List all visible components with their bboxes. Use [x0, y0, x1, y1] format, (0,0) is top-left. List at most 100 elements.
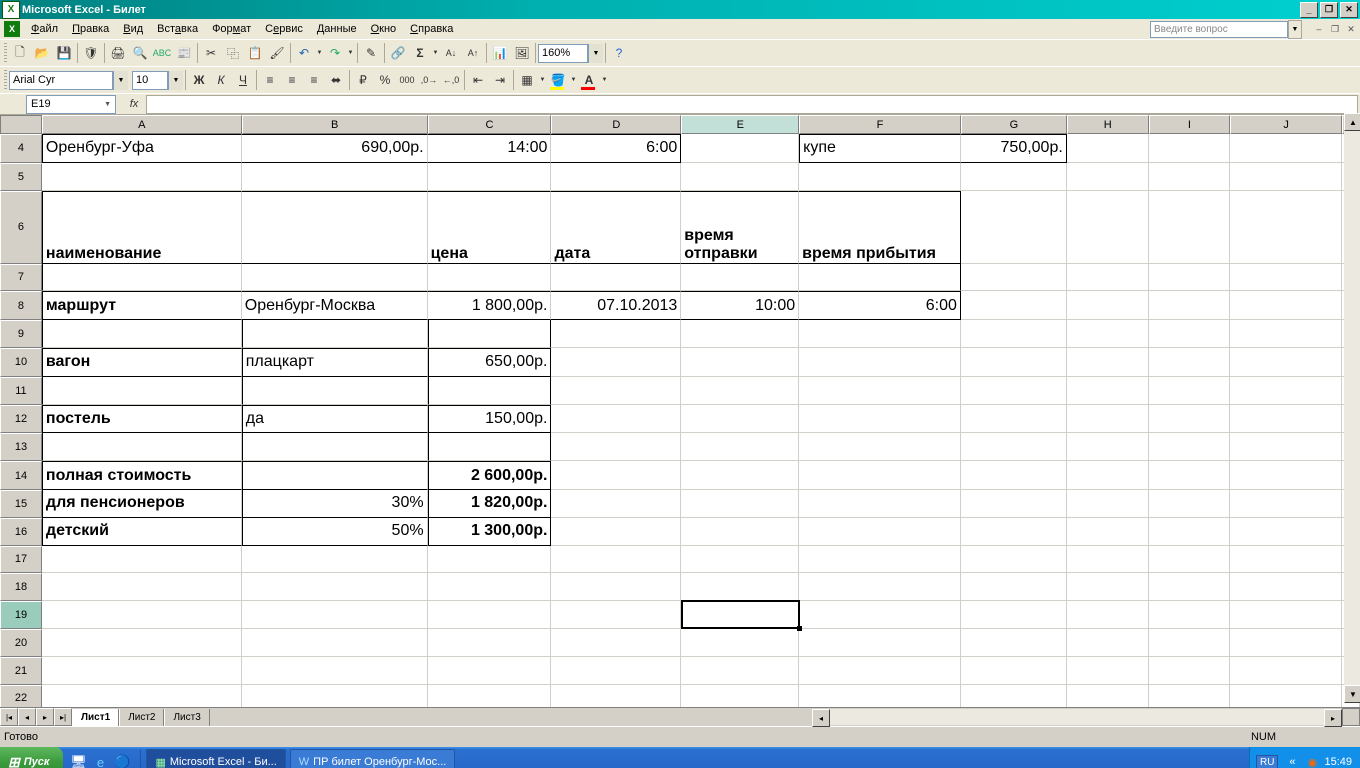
cell[interactable] [551, 405, 681, 434]
cell[interactable] [428, 573, 552, 601]
cell[interactable] [1067, 377, 1149, 405]
cell[interactable] [551, 348, 681, 377]
font-color-dropdown[interactable]: ▼ [600, 69, 609, 91]
underline-icon[interactable]: Ч [232, 69, 254, 91]
cell[interactable] [428, 546, 552, 574]
cell[interactable] [799, 601, 961, 629]
cell[interactable] [42, 685, 242, 707]
cell[interactable] [681, 134, 799, 163]
row-header[interactable]: 16 [0, 518, 42, 546]
menu-help[interactable]: Справка [403, 21, 460, 37]
cell[interactable]: 650,00р. [428, 348, 552, 377]
cell[interactable] [1149, 191, 1231, 264]
cell[interactable]: плацкарт [242, 348, 428, 377]
tab-nav-last[interactable]: ▸| [54, 708, 72, 726]
tray-icon[interactable]: ◉ [1304, 754, 1320, 768]
cell[interactable] [1067, 348, 1149, 377]
print-icon[interactable]: 🖨 [107, 42, 129, 64]
cell[interactable] [1067, 461, 1149, 490]
cell[interactable] [1230, 264, 1342, 292]
cell[interactable] [1067, 163, 1149, 191]
cell[interactable]: 750,00р. [961, 134, 1067, 163]
cell[interactable] [961, 601, 1067, 629]
sheet-tab[interactable]: Лист2 [119, 709, 164, 726]
italic-icon[interactable]: К [210, 69, 232, 91]
cell[interactable] [551, 320, 681, 348]
font-size-box[interactable]: 10 [132, 71, 168, 90]
cell[interactable] [799, 433, 961, 461]
cell[interactable] [428, 264, 552, 292]
format-painter-icon[interactable]: 🖌 [266, 42, 288, 64]
cell[interactable] [428, 377, 552, 405]
cell[interactable] [551, 518, 681, 546]
scroll-left-button[interactable]: ◂ [812, 709, 830, 727]
cell[interactable] [681, 348, 799, 377]
cell[interactable] [42, 264, 242, 292]
research-icon[interactable]: 📰 [173, 42, 195, 64]
cell[interactable] [1067, 518, 1149, 546]
worksheet-area[interactable]: A B C D E F G H I J 4 Оренбург-Уфа 690,0… [0, 115, 1360, 707]
col-header[interactable]: F [799, 115, 961, 134]
cell[interactable] [799, 518, 961, 546]
cell[interactable] [42, 320, 242, 348]
cell[interactable]: 07.10.2013 [551, 291, 681, 320]
save-icon[interactable]: 💾 [53, 42, 75, 64]
fill-color-dropdown[interactable]: ▼ [569, 69, 578, 91]
cell[interactable] [961, 191, 1067, 264]
cell[interactable]: для пенсионеров [42, 490, 242, 518]
cell[interactable] [961, 461, 1067, 490]
cell[interactable] [799, 320, 961, 348]
tab-nav-prev[interactable]: ◂ [18, 708, 36, 726]
cell[interactable] [681, 573, 799, 601]
cell[interactable] [961, 685, 1067, 707]
cell[interactable] [428, 601, 552, 629]
cell[interactable] [242, 191, 428, 264]
cell[interactable]: 690,00р. [242, 134, 428, 163]
cell[interactable] [681, 490, 799, 518]
tray-clock[interactable]: 15:49 [1324, 754, 1352, 768]
cell[interactable] [1149, 573, 1231, 601]
cell[interactable] [961, 320, 1067, 348]
increase-indent-icon[interactable]: ⇥ [489, 69, 511, 91]
cell[interactable] [551, 433, 681, 461]
cell[interactable] [42, 657, 242, 685]
col-header[interactable]: J [1230, 115, 1342, 134]
cell[interactable] [428, 657, 552, 685]
cell[interactable] [1149, 546, 1231, 574]
cell[interactable] [799, 377, 961, 405]
col-header[interactable]: A [42, 115, 242, 134]
cell[interactable] [1230, 377, 1342, 405]
cell[interactable] [551, 657, 681, 685]
row-header[interactable]: 11 [0, 377, 42, 405]
toolbar-grip[interactable] [4, 43, 7, 63]
cell[interactable]: 30% [242, 490, 428, 518]
cell[interactable] [961, 518, 1067, 546]
cell[interactable] [551, 685, 681, 707]
row-header[interactable]: 7 [0, 264, 42, 292]
cell[interactable] [1230, 685, 1342, 707]
cell[interactable]: полная стоимость [42, 461, 242, 490]
cell[interactable]: 50% [242, 518, 428, 546]
cell[interactable] [1067, 657, 1149, 685]
currency-icon[interactable]: ₽ [352, 69, 374, 91]
cell[interactable] [681, 518, 799, 546]
row-header[interactable]: 12 [0, 405, 42, 434]
cell[interactable] [799, 629, 961, 657]
cell[interactable]: детский [42, 518, 242, 546]
menu-tools[interactable]: Сервис [258, 21, 310, 37]
redo-icon[interactable]: ↷ [324, 42, 346, 64]
cell[interactable] [1230, 573, 1342, 601]
cell[interactable] [1230, 601, 1342, 629]
cell[interactable] [1067, 320, 1149, 348]
restore-button[interactable]: ❐ [1320, 2, 1338, 18]
name-box-dropdown-icon[interactable]: ▼ [104, 101, 111, 108]
cell[interactable] [551, 573, 681, 601]
cell[interactable] [961, 433, 1067, 461]
cell[interactable] [1067, 291, 1149, 320]
cell[interactable] [42, 573, 242, 601]
name-box[interactable]: E19 ▼ [26, 95, 116, 114]
cell[interactable] [428, 629, 552, 657]
font-color-icon[interactable]: A [578, 69, 600, 91]
start-button[interactable]: ⊞Пуск [0, 747, 63, 768]
menu-edit[interactable]: Правка [65, 21, 116, 37]
